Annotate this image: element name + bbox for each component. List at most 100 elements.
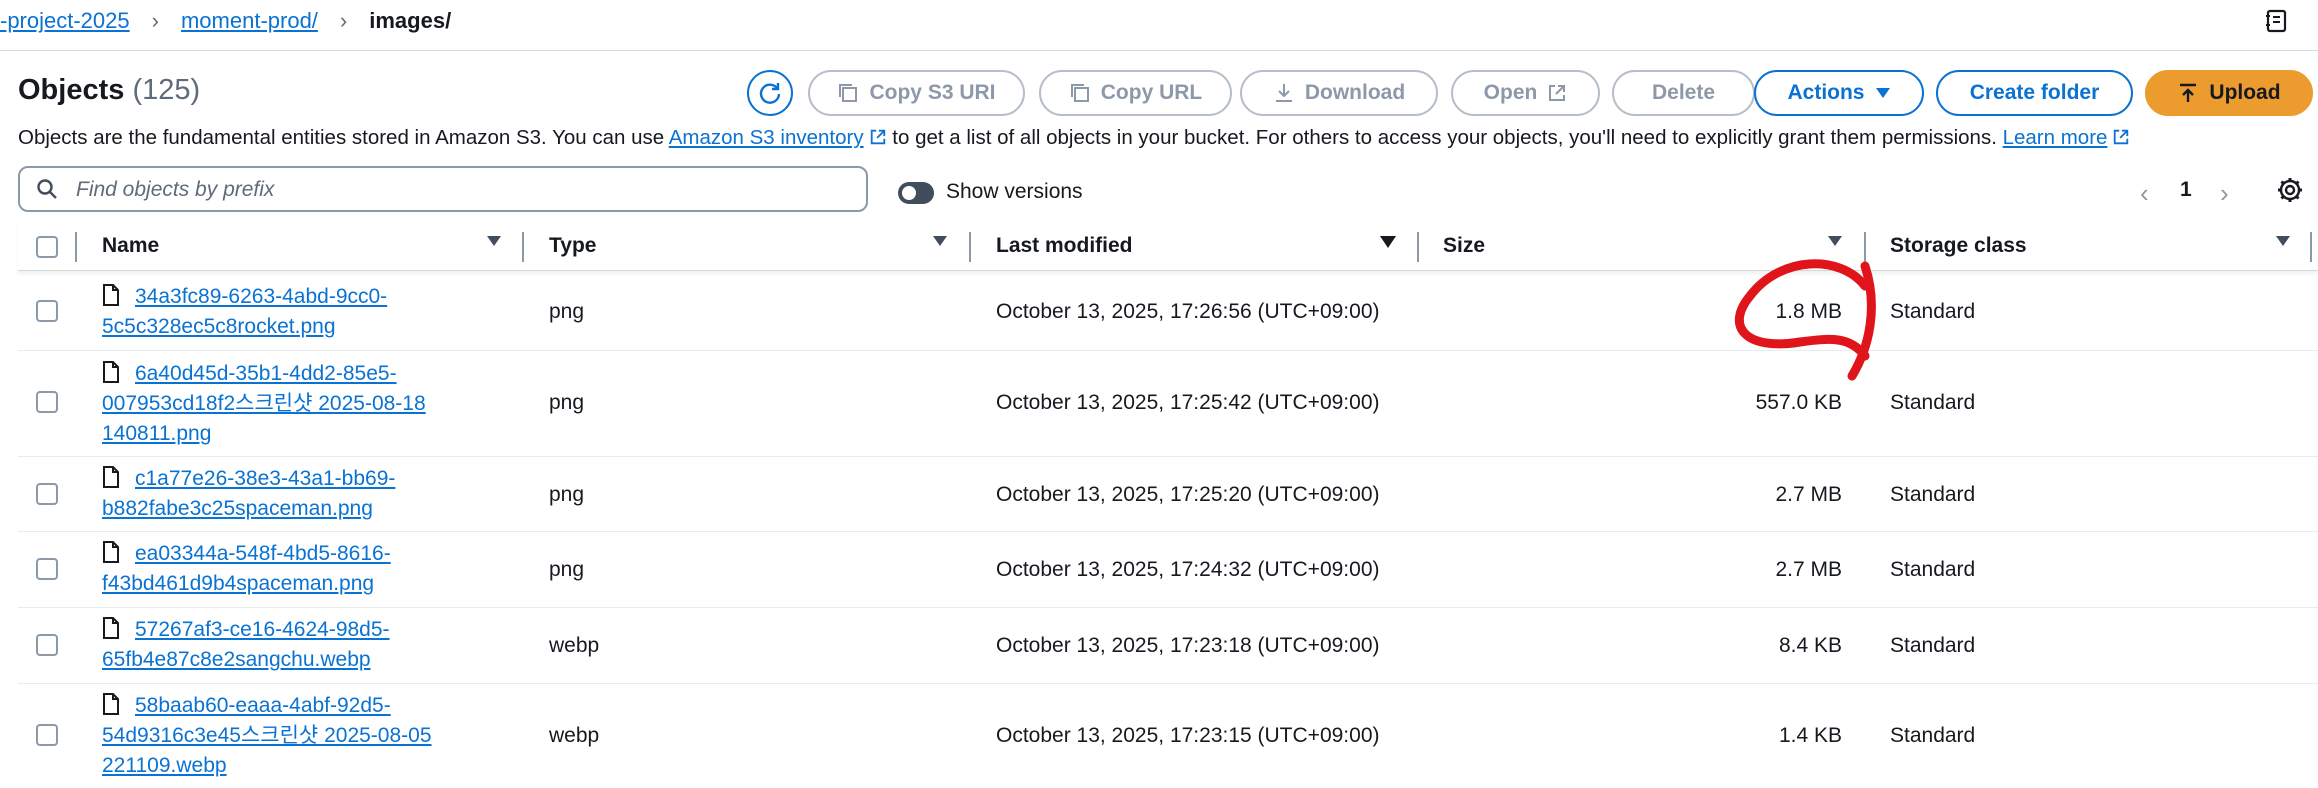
- last-modified: October 13, 2025, 17:24:32 (UTC+09:00): [996, 558, 1380, 581]
- object-name-link[interactable]: c1a77e26-38e3-43a1-bb69- b882fabe3c25spa…: [102, 467, 395, 520]
- object-name-cell: c1a77e26-38e3-43a1-bb69- b882fabe3c25spa…: [102, 464, 482, 524]
- object-name-link[interactable]: ea03344a-548f-4bd5-8616- f43bd461d9b4spa…: [102, 542, 391, 595]
- upload-label: Upload: [2209, 81, 2281, 104]
- storage-class: Standard: [1890, 483, 1976, 506]
- actions-label: Actions: [1787, 81, 1865, 104]
- delete-label: Delete: [1651, 81, 1716, 104]
- file-icon: [103, 466, 119, 488]
- object-count: (125): [132, 74, 201, 106]
- object-size: 557.0 KB: [1755, 391, 1842, 414]
- table-row[interactable]: 57267af3-ce16-4624-98d5- 65fb4e87c8e2san…: [18, 608, 2318, 684]
- gear-icon[interactable]: [2276, 176, 2304, 209]
- column-divider: [2310, 232, 2312, 262]
- learn-more-link[interactable]: Learn more: [2003, 126, 2108, 149]
- object-name-cell: 6a40d45d-35b1-4dd2-85e5- 007953cd18f2스크린…: [102, 359, 482, 449]
- s3-inventory-link[interactable]: Amazon S3 inventory: [669, 126, 864, 149]
- object-name-link[interactable]: 57267af3-ce16-4624-98d5- 65fb4e87c8e2san…: [102, 618, 390, 671]
- object-name-link[interactable]: 34a3fc89-6263-4abd-9cc0- 5c5c328ec5c8roc…: [102, 285, 387, 338]
- show-versions-toggle[interactable]: [898, 182, 934, 204]
- object-type: webp: [549, 634, 600, 657]
- row-checkbox[interactable]: [36, 391, 58, 413]
- copy-url-button[interactable]: Copy URL: [1039, 70, 1232, 116]
- column-header-name[interactable]: Name: [102, 234, 159, 258]
- sort-descending-icon[interactable]: [1380, 236, 1396, 248]
- object-type: png: [549, 391, 585, 414]
- actions-button[interactable]: Actions: [1754, 70, 1924, 116]
- object-name-cell: 58baab60-eaaa-4abf-92d5- 54d9316c3e45스크린…: [102, 691, 482, 781]
- row-checkbox[interactable]: [36, 724, 58, 746]
- column-header-type[interactable]: Type: [549, 234, 596, 258]
- table-row[interactable]: c1a77e26-38e3-43a1-bb69- b882fabe3c25spa…: [18, 457, 2318, 532]
- page-title-text: Objects: [18, 74, 125, 106]
- table-row[interactable]: 34a3fc89-6263-4abd-9cc0- 5c5c328ec5c8roc…: [18, 272, 2318, 351]
- previous-page-icon[interactable]: ‹: [2140, 178, 2149, 209]
- storage-class: Standard: [1890, 724, 1976, 747]
- row-checkbox[interactable]: [36, 558, 58, 580]
- download-icon: [1275, 84, 1292, 102]
- row-checkbox[interactable]: [36, 300, 58, 322]
- external-link-icon: [2114, 129, 2129, 145]
- object-size: 8.4 KB: [1778, 634, 1842, 657]
- storage-class: Standard: [1890, 391, 1976, 414]
- column-header-last-modified[interactable]: Last modified: [996, 234, 1133, 258]
- copy-s3-uri-button[interactable]: Copy S3 URI: [808, 70, 1025, 116]
- table-row[interactable]: 58baab60-eaaa-4abf-92d5- 54d9316c3e45스크린…: [18, 684, 2318, 788]
- column-header-storage-class[interactable]: Storage class: [1890, 234, 2027, 258]
- table-row[interactable]: 6a40d45d-35b1-4dd2-85e5- 007953cd18f2스크린…: [18, 351, 2318, 457]
- download-label: Download: [1304, 81, 1406, 104]
- row-checkbox[interactable]: [36, 483, 58, 505]
- breadcrumb-item-folder[interactable]: moment-prod/: [181, 8, 318, 34]
- sort-icon[interactable]: [487, 236, 501, 246]
- column-divider: [522, 232, 524, 262]
- breadcrumb-current: images/: [369, 8, 452, 33]
- sort-icon[interactable]: [933, 236, 947, 246]
- notebook-icon[interactable]: [2264, 8, 2290, 34]
- object-type: png: [549, 558, 585, 581]
- storage-class: Standard: [1890, 558, 1976, 581]
- breadcrumb-bar: -project-2025 › moment-prod/ › images/: [0, 0, 2318, 51]
- column-divider: [75, 232, 77, 262]
- last-modified: October 13, 2025, 17:26:56 (UTC+09:00): [996, 300, 1380, 323]
- description-text-2: to get a list of all objects in your buc…: [886, 126, 2003, 149]
- refresh-icon: [759, 83, 781, 104]
- search-icon: [37, 179, 57, 199]
- column-divider: [1417, 232, 1419, 262]
- download-button[interactable]: Download: [1240, 70, 1438, 116]
- search-input[interactable]: [74, 174, 838, 206]
- file-icon: [103, 284, 119, 306]
- description-text-1: Objects are the fundamental entities sto…: [18, 126, 669, 149]
- sort-icon[interactable]: [1828, 236, 1842, 246]
- select-all-checkbox[interactable]: [36, 236, 58, 258]
- breadcrumb-separator-icon: ›: [339, 8, 348, 33]
- copy-url-label: Copy URL: [1100, 81, 1203, 104]
- caret-down-icon: [1875, 88, 1890, 98]
- search-box: [18, 166, 868, 212]
- last-modified: October 13, 2025, 17:23:18 (UTC+09:00): [996, 634, 1380, 657]
- column-header-size[interactable]: Size: [1443, 234, 1485, 258]
- next-page-icon[interactable]: ›: [2220, 178, 2229, 209]
- breadcrumb-separator-icon: ›: [151, 8, 159, 33]
- object-type: webp: [549, 724, 600, 747]
- refresh-button[interactable]: [747, 70, 793, 116]
- object-type: png: [549, 300, 585, 323]
- file-icon: [103, 361, 119, 383]
- create-folder-label: Create folder: [1969, 81, 2100, 104]
- open-label: Open: [1483, 81, 1538, 104]
- create-folder-button[interactable]: Create folder: [1936, 70, 2133, 116]
- breadcrumb-item-bucket[interactable]: -project-2025: [0, 8, 130, 34]
- sort-icon[interactable]: [2276, 236, 2290, 246]
- row-checkbox[interactable]: [36, 634, 58, 656]
- delete-button[interactable]: Delete: [1612, 70, 1755, 116]
- object-type: png: [549, 483, 585, 506]
- copy-icon: [1070, 84, 1089, 102]
- current-page-number[interactable]: 1: [2180, 178, 2192, 202]
- external-link-icon: [870, 129, 885, 145]
- object-size: 2.7 MB: [1775, 558, 1842, 581]
- page-title: Objects (125): [18, 74, 200, 107]
- object-name-link[interactable]: 6a40d45d-35b1-4dd2-85e5- 007953cd18f2스크린…: [102, 362, 426, 445]
- upload-button[interactable]: Upload: [2145, 70, 2313, 116]
- object-name-link[interactable]: 58baab60-eaaa-4abf-92d5- 54d9316c3e45스크린…: [102, 694, 432, 777]
- open-button[interactable]: Open: [1451, 70, 1600, 116]
- table-row[interactable]: ea03344a-548f-4bd5-8616- f43bd461d9b4spa…: [18, 532, 2318, 608]
- file-icon: [103, 693, 119, 715]
